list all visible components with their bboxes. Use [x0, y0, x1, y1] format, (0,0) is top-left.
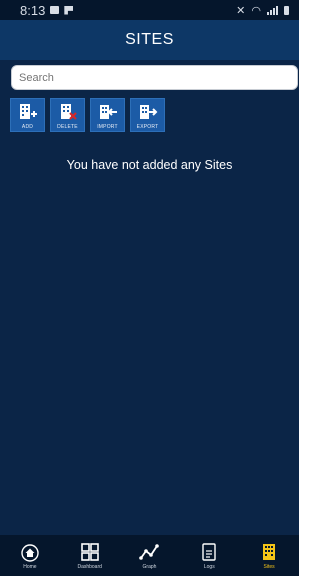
page-title: SITES — [125, 31, 174, 48]
mute-icon: ✕ — [236, 4, 246, 17]
export-label: EXPORT — [136, 124, 159, 130]
app-screen: 8:13 ✕ ◠ SITES ADD — [0, 0, 299, 576]
graph-icon — [139, 543, 160, 560]
nav-dashboard-label: Dashboard — [77, 563, 102, 570]
calendar-icon — [50, 6, 60, 14]
import-site-icon — [99, 105, 117, 119]
search-input[interactable] — [11, 65, 298, 90]
add-button[interactable]: ADD — [10, 98, 45, 132]
status-time: 8:13 — [20, 2, 46, 18]
dashboard-icon — [80, 542, 99, 561]
delete-button[interactable]: DELETE — [50, 98, 85, 132]
site-toolbar: ADD DELETE IMPORT EXPORT — [10, 98, 165, 132]
flag-icon — [64, 5, 74, 15]
sites-icon — [263, 543, 276, 560]
battery-icon — [284, 5, 289, 15]
export-site-icon — [139, 105, 157, 119]
nav-graph-label: Graph — [142, 563, 157, 570]
empty-state-message: You have not added any Sites — [66, 158, 233, 172]
export-button[interactable]: EXPORT — [130, 98, 165, 132]
nav-logs-label: Logs — [203, 563, 215, 570]
wifi-icon: ◠ — [251, 4, 261, 17]
logs-icon — [202, 542, 216, 561]
nav-sites-label: Sites — [263, 563, 275, 570]
delete-label: DELETE — [57, 124, 78, 130]
delete-site-icon — [60, 104, 77, 120]
nav-graph[interactable]: Graph — [124, 538, 174, 574]
home-icon — [21, 543, 39, 562]
signal-icon — [267, 5, 278, 15]
import-button[interactable]: IMPORT — [90, 98, 125, 132]
status-bar: 8:13 ✕ ◠ — [0, 0, 299, 20]
nav-logs[interactable]: Logs — [184, 538, 234, 574]
nav-sites[interactable]: Sites — [244, 538, 294, 574]
bottom-nav: Home Dashboard Graph Logs Sites — [0, 535, 299, 576]
nav-home[interactable]: Home — [5, 538, 55, 574]
add-site-icon — [19, 104, 37, 119]
add-label: ADD — [21, 124, 34, 130]
nav-dashboard[interactable]: Dashboard — [65, 538, 115, 574]
page-header: SITES — [0, 20, 299, 60]
import-label: IMPORT — [97, 124, 118, 130]
nav-home-label: Home — [23, 563, 37, 570]
